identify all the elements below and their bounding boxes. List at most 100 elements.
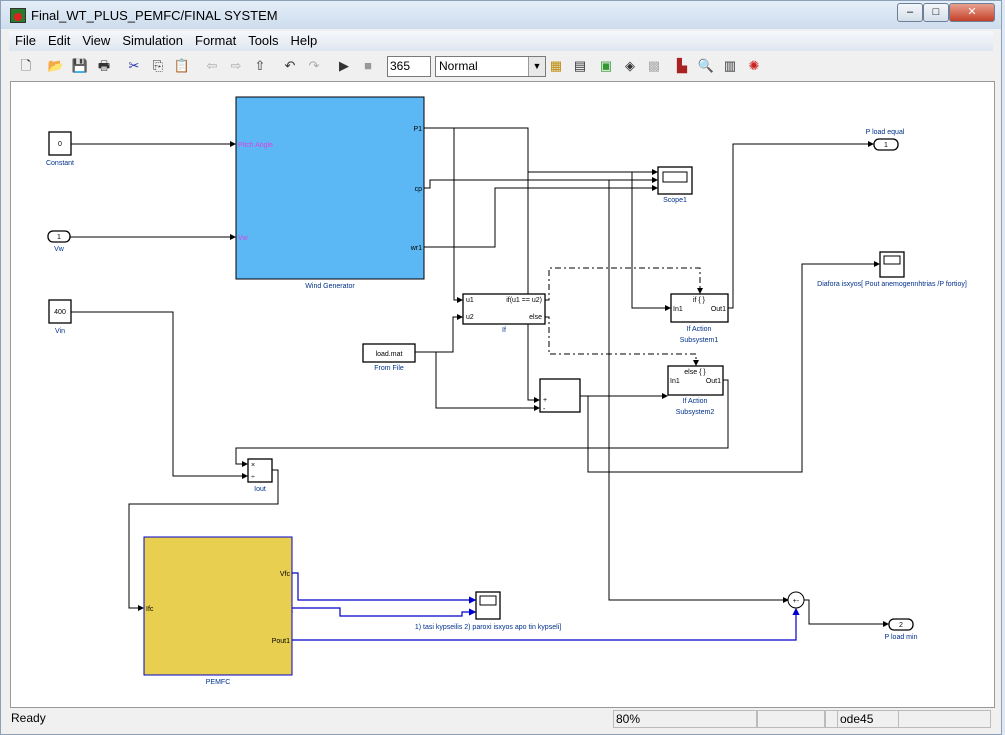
- sub2-out-port: Out1: [706, 378, 721, 385]
- product-multiply-sign: ×: [251, 462, 255, 469]
- if-u2-port: u2: [466, 314, 474, 321]
- vw-inport[interactable]: 1 Vw: [47, 230, 71, 253]
- save-icon[interactable]: 💾: [71, 57, 89, 75]
- outport1-number: 1: [884, 142, 888, 149]
- vin-block[interactable]: 400 Vin: [48, 299, 72, 335]
- cut-icon[interactable]: ✂: [125, 57, 143, 75]
- minimize-button[interactable]: –: [897, 3, 923, 22]
- menu-edit[interactable]: Edit: [42, 31, 76, 50]
- from-file-block[interactable]: load.mat From File: [362, 343, 416, 372]
- outport2-number: 2: [899, 622, 903, 629]
- product-block[interactable]: × ÷ Iout: [247, 458, 273, 493]
- vin-value: 400: [54, 309, 66, 316]
- power-difference-scope[interactable]: Diafora isxyos[ Pout anemogennhtrias /P …: [817, 251, 967, 288]
- model-canvas[interactable]: 0 Constant 1 Vw 400 Vin Pitch Angle Vw P…: [10, 81, 995, 708]
- sub2-label1: If Action: [683, 398, 708, 405]
- wr1-port: wr1: [410, 245, 422, 252]
- from-file-value: load.mat: [376, 351, 403, 358]
- new-icon[interactable]: 🗋: [17, 57, 35, 75]
- svg-text:+-: +-: [793, 598, 800, 605]
- outport-p-load-min[interactable]: 2 P load min: [885, 618, 918, 641]
- menu-help[interactable]: Help: [285, 31, 324, 50]
- simulink-window: Final_WT_PLUS_PEMFC/FINAL SYSTEM – □ ✕ F…: [0, 0, 1002, 735]
- sub1-in-port: In1: [673, 306, 683, 313]
- status-text: Ready: [11, 711, 46, 725]
- menu-format[interactable]: Format: [189, 31, 242, 50]
- from-file-label: From File: [374, 365, 404, 372]
- vw-inport-label: Vw: [54, 246, 65, 253]
- pemfc-label: PEMFC: [206, 679, 231, 686]
- if-u1-port: u1: [466, 297, 474, 304]
- pemfc-ifc-port: Ifc: [146, 606, 154, 613]
- scope1-label: Scope1: [663, 197, 687, 204]
- if-else-port: else: [529, 314, 542, 321]
- vw-port: Vw: [238, 235, 249, 242]
- cp-port: cp: [415, 186, 423, 193]
- window-title: Final_WT_PLUS_PEMFC/FINAL SYSTEM: [31, 8, 278, 23]
- product-divide-sign: ÷: [251, 474, 255, 481]
- sub1-label1: If Action: [687, 326, 712, 333]
- constant-block[interactable]: 0 Constant: [46, 131, 74, 167]
- print-icon[interactable]: 🖶: [95, 57, 113, 75]
- up-icon[interactable]: ⇧: [251, 57, 269, 75]
- status-bar: Ready 80% ode45: [9, 708, 993, 730]
- viewer-icon[interactable]: ✺: [745, 57, 763, 75]
- menu-simulation[interactable]: Simulation: [116, 31, 189, 50]
- sub1-out-port: Out1: [711, 306, 726, 313]
- library-icon[interactable]: ▣: [597, 57, 615, 75]
- sum-block[interactable]: + -: [539, 378, 581, 413]
- solver-name: ode45: [837, 710, 991, 728]
- undo-icon[interactable]: ↶: [281, 57, 299, 75]
- maximize-button[interactable]: □: [923, 3, 949, 22]
- wind-generator-label: Wind Generator: [305, 283, 355, 290]
- wind-generator-block[interactable]: Pitch Angle Vw P1 cp wr1 Wind Generator: [235, 96, 425, 290]
- outport1-label: P load equal: [866, 129, 905, 136]
- menu-tools[interactable]: Tools: [242, 31, 284, 50]
- outport2-label: P load min: [885, 634, 918, 641]
- debug-icon[interactable]: ▩: [645, 57, 663, 75]
- forward-icon[interactable]: ⇨: [227, 57, 245, 75]
- fuel-cell-scope-label: 1) tasi kypseilis 2) paroxi isxyos apo t…: [415, 624, 561, 631]
- build-icon[interactable]: ▦: [547, 57, 565, 75]
- sum-plus-sign: +: [543, 397, 547, 404]
- chevron-down-icon[interactable]: ▼: [528, 57, 545, 76]
- pitch-angle-port: Pitch Angle: [238, 142, 273, 149]
- stop-icon[interactable]: ■: [359, 57, 377, 75]
- sum-circle-block[interactable]: +-: [787, 591, 805, 609]
- if-action-subsystem2[interactable]: else { } In1 Out1 If Action Subsystem2: [667, 365, 724, 416]
- menu-file[interactable]: File: [9, 31, 42, 50]
- back-icon[interactable]: ⇦: [203, 57, 221, 75]
- close-button[interactable]: ✕: [949, 3, 995, 22]
- play-icon[interactable]: ▶: [335, 57, 353, 75]
- pemfc-vfc-port: Vfc: [280, 571, 291, 578]
- pemfc-block[interactable]: Ifc Vfc Pout1 PEMFC: [143, 536, 293, 686]
- p1-port: P1: [413, 126, 422, 133]
- vw-inport-number: 1: [57, 234, 61, 241]
- simulation-mode-select[interactable]: Normal ▼: [435, 56, 546, 77]
- paste-icon[interactable]: 📋: [173, 57, 191, 75]
- model-advisor-icon[interactable]: ▙: [673, 57, 691, 75]
- if-block[interactable]: u1 u2 if(u1 == u2) else If: [462, 293, 546, 334]
- scope1-block[interactable]: Scope1: [657, 166, 693, 204]
- redo-icon[interactable]: ↷: [305, 57, 323, 75]
- stop-time-input[interactable]: 365: [387, 56, 431, 77]
- if-label: If: [502, 327, 506, 334]
- toolbar: 🗋 📂 💾 🖶 ✂ ⎘ 📋 ⇦ ⇨ ⇧ ↶ ↷ ▶ ■ 365 Normal ▼ …: [9, 53, 993, 79]
- vin-label: Vin: [55, 328, 65, 335]
- sub1-title: if { }: [693, 297, 706, 304]
- block-diagram: 0 Constant 1 Vw 400 Vin Pitch Angle Vw P…: [46, 96, 967, 686]
- configure-icon[interactable]: ▥: [721, 57, 739, 75]
- update-icon[interactable]: ▤: [571, 57, 589, 75]
- fuel-cell-scope[interactable]: 1) tasi kypseilis 2) paroxi isxyos apo t…: [415, 591, 561, 631]
- explorer-icon[interactable]: ◈: [621, 57, 639, 75]
- open-icon[interactable]: 📂: [47, 57, 65, 75]
- menu-view[interactable]: View: [76, 31, 116, 50]
- title-bar: Final_WT_PLUS_PEMFC/FINAL SYSTEM – □ ✕: [1, 1, 1001, 29]
- product-label: Iout: [254, 486, 266, 493]
- if-action-subsystem1[interactable]: if { } In1 Out1 If Action Subsystem1: [670, 293, 729, 344]
- copy-icon[interactable]: ⎘: [149, 57, 167, 75]
- pemfc-pout1-port: Pout1: [272, 638, 290, 645]
- find-icon[interactable]: 🔍: [697, 57, 715, 75]
- outport-p-load-equal[interactable]: 1 P load equal: [866, 129, 905, 151]
- sub2-in-port: In1: [670, 378, 680, 385]
